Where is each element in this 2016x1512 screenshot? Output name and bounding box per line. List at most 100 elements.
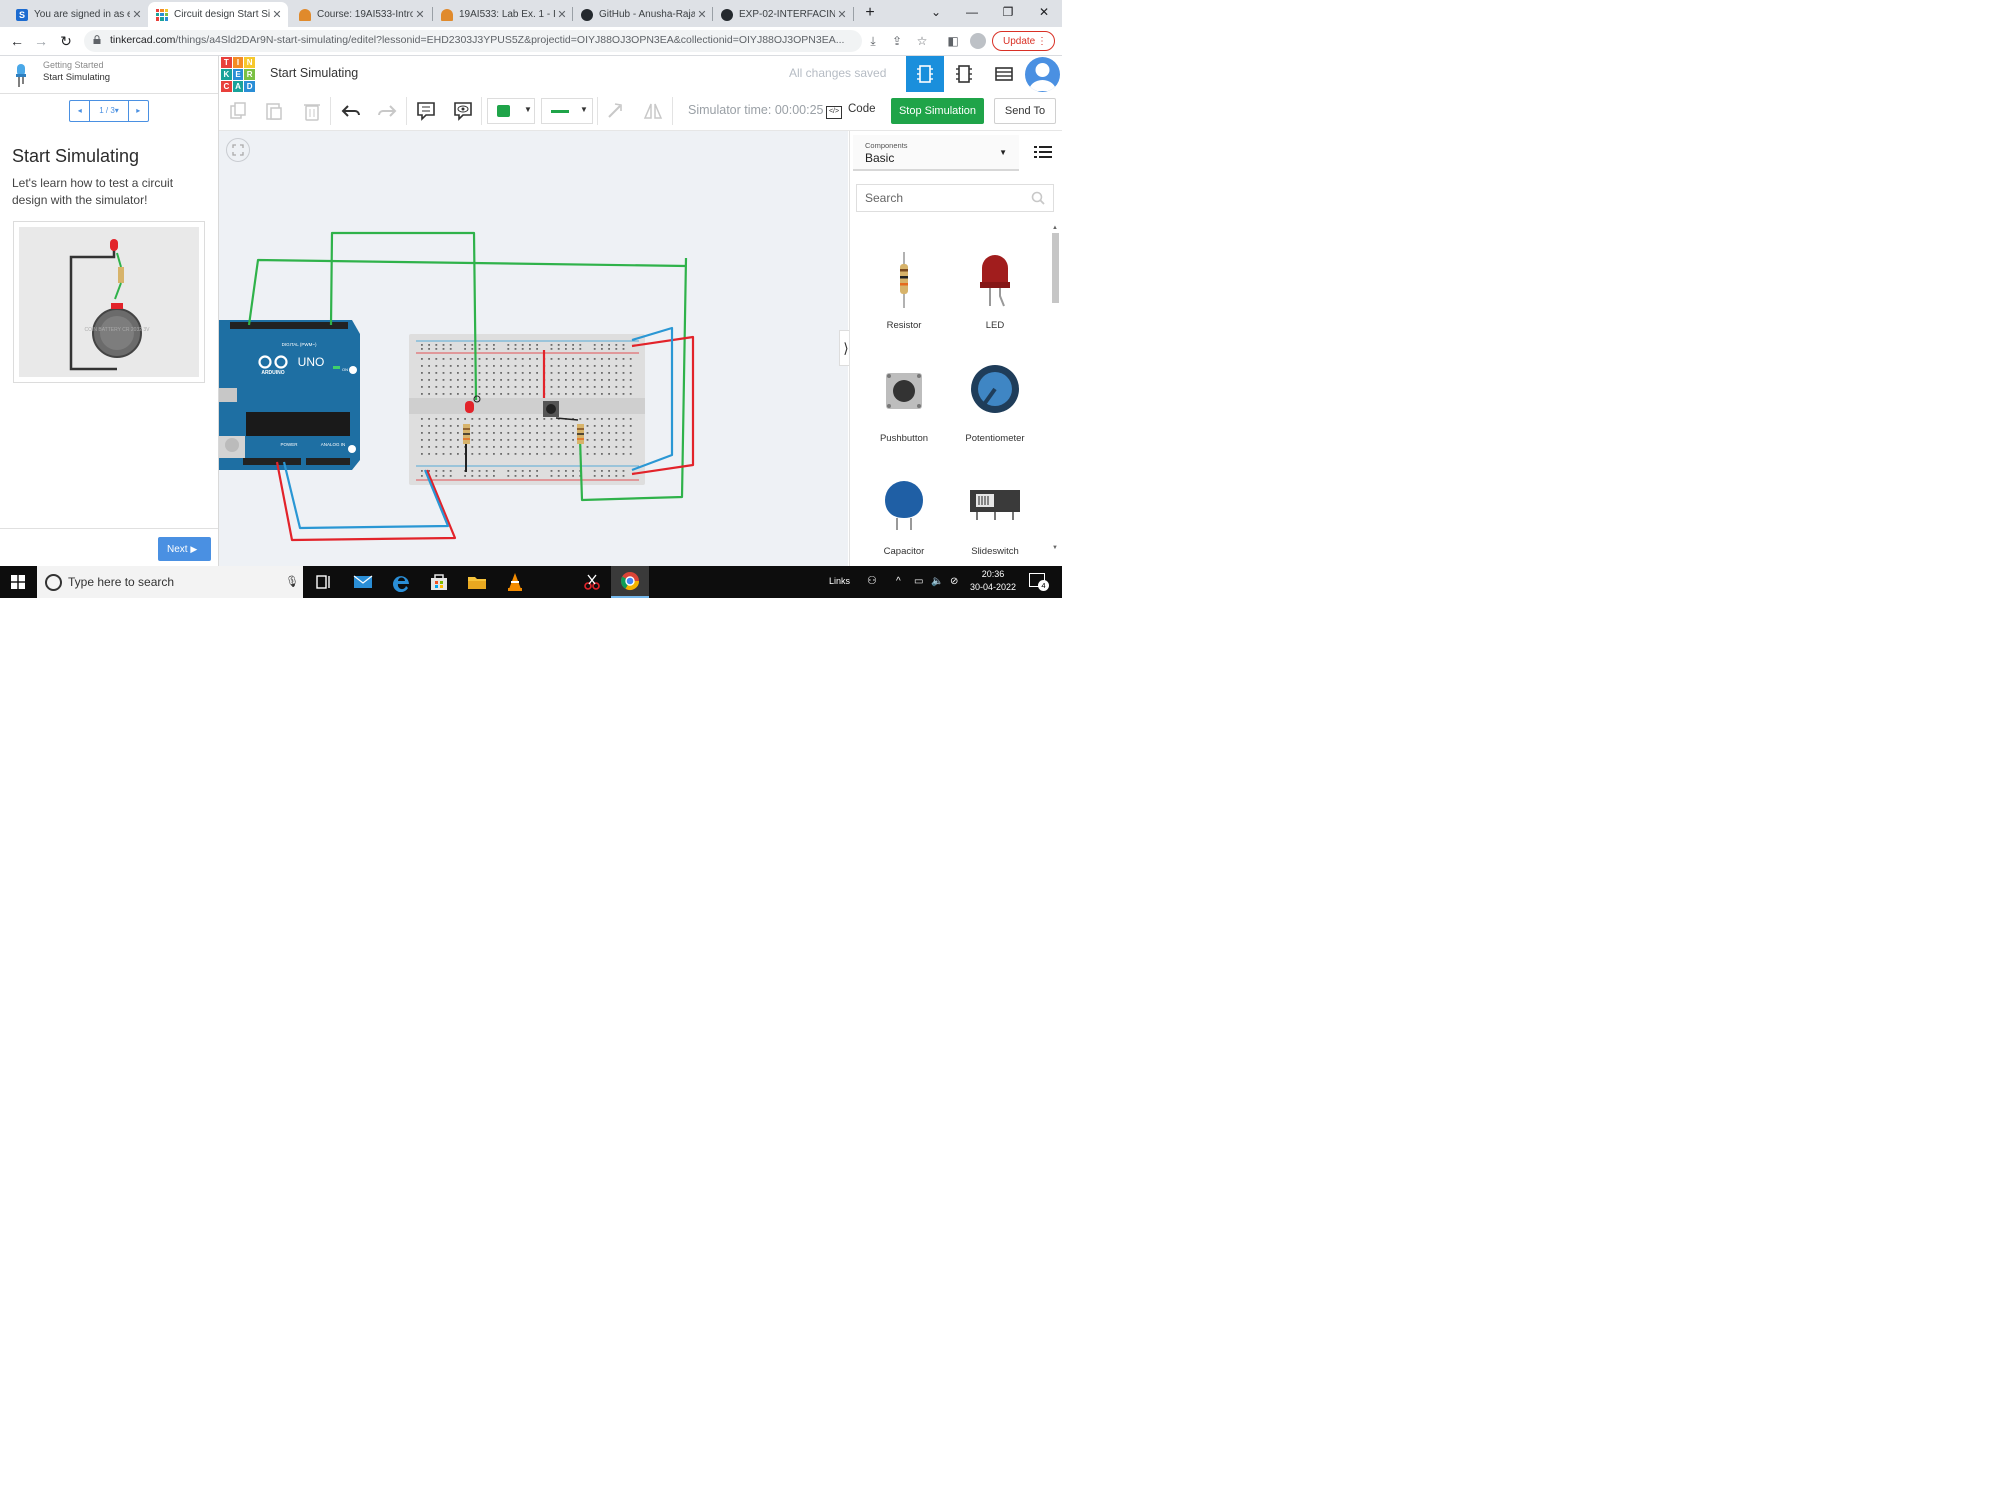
copy-icon[interactable] — [227, 100, 249, 122]
share-icon[interactable]: ⇪ — [890, 34, 904, 48]
notes-icon[interactable] — [415, 100, 437, 122]
arduino-uno-board[interactable]: DIGITAL (PWM~) ARDUINO UNO POWER ANALOG … — [219, 320, 360, 470]
fit-view-button[interactable] — [226, 138, 250, 162]
flip-icon[interactable] — [642, 100, 664, 122]
redo-icon[interactable] — [376, 100, 398, 122]
fill-color-picker[interactable]: ▼ — [487, 98, 535, 124]
store-icon[interactable] — [429, 572, 449, 592]
links-toolbar[interactable]: Links — [829, 576, 850, 586]
close-tab-icon[interactable]: ✕ — [130, 8, 144, 21]
pushbutton[interactable] — [543, 401, 559, 417]
update-button[interactable]: Update ⋮ — [992, 31, 1055, 51]
browser-tab-5[interactable]: GitHub - Anusha-Raja... ✕ — [573, 2, 713, 27]
breadboard[interactable] — [409, 334, 645, 485]
component-slideswitch[interactable]: Slideswitch — [955, 464, 1035, 564]
system-clock[interactable]: 20:36 30-04-2022 — [967, 568, 1019, 594]
tab-search-button[interactable]: ⌄ — [918, 0, 954, 27]
component-search[interactable] — [856, 184, 1054, 212]
red-led[interactable] — [465, 401, 474, 413]
component-list-view-button[interactable] — [985, 56, 1023, 92]
forward-icon[interactable]: → — [32, 32, 50, 50]
people-icon[interactable]: ⚇ — [867, 574, 877, 587]
rotate-icon[interactable] — [604, 100, 626, 122]
schematic-view-button[interactable] — [945, 56, 983, 92]
design-title[interactable]: Start Simulating — [270, 66, 358, 80]
mail-icon[interactable] — [353, 572, 373, 592]
install-icon[interactable]: ⤓ — [866, 34, 880, 48]
windows-start-icon[interactable] — [11, 575, 25, 589]
components-scrollbar[interactable]: ▲ ▼ — [1051, 225, 1060, 553]
send-to-button[interactable]: Send To — [994, 98, 1056, 124]
restore-button[interactable]: ❐ — [990, 0, 1026, 27]
close-tab-icon[interactable]: ✕ — [413, 8, 427, 21]
new-tab-button[interactable]: + — [852, 0, 888, 27]
step-description: Let's learn how to test a circuit design… — [12, 176, 174, 207]
circuit-canvas[interactable]: DIGITAL (PWM~) ARDUINO UNO POWER ANALOG … — [219, 131, 848, 566]
tinkercad-logo[interactable]: TIN KER CAD — [221, 57, 255, 92]
delete-icon[interactable] — [301, 100, 323, 122]
task-view-icon[interactable] — [314, 572, 334, 592]
chrome-icon — [621, 572, 639, 591]
browser-tab-6[interactable]: EXP-02-INTERFACING... ✕ — [713, 2, 853, 27]
component-pushbutton[interactable]: Pushbutton — [864, 351, 944, 451]
stop-simulation-button[interactable]: Stop Simulation — [891, 98, 984, 124]
scrollbar-thumb[interactable] — [1052, 233, 1059, 303]
component-led[interactable]: LED — [955, 238, 1035, 338]
chrome-taskbar-button[interactable] — [611, 566, 649, 598]
vlc-icon[interactable] — [505, 572, 525, 592]
paste-icon[interactable] — [263, 100, 285, 122]
step-select[interactable]: 1 / 3▾ — [90, 101, 129, 121]
close-tab-icon[interactable]: ✕ — [835, 8, 849, 21]
next-button[interactable]: Next ▶ — [158, 537, 211, 561]
taskbar-search[interactable]: Type here to search 🎙 — [37, 566, 303, 598]
moodle-hat-icon — [441, 8, 453, 21]
browser-tab-3[interactable]: Course: 19AI533-Intro... ✕ — [291, 2, 431, 27]
volume-icon[interactable]: 🔈 — [931, 576, 943, 587]
logo-letter: K — [221, 69, 232, 80]
user-avatar[interactable] — [1025, 57, 1060, 92]
list-view-icon[interactable] — [1034, 144, 1052, 160]
address-bar[interactable]: tinkercad.com/things/a4Sld2DAr9N-start-s… — [84, 30, 862, 52]
prev-step-button[interactable]: ◂ — [70, 101, 91, 121]
show-hidden-icons-icon[interactable]: ^ — [896, 576, 901, 587]
file-explorer-icon[interactable] — [467, 572, 487, 592]
network-icon[interactable]: ⊘ — [950, 576, 958, 587]
microphone-icon[interactable]: 🎙 — [285, 575, 299, 588]
search-input[interactable] — [863, 190, 1027, 206]
component-capacitor[interactable]: Capacitor — [864, 464, 944, 564]
edge-browser-icon[interactable] — [392, 572, 412, 592]
arduino-brand-label: ARDUINO — [261, 370, 284, 376]
component-potentiometer[interactable]: Potentiometer — [955, 351, 1035, 451]
browser-tab-1[interactable]: S You are signed in as e... ✕ — [8, 2, 148, 27]
circuit-view-button[interactable] — [906, 56, 944, 92]
bookmark-star-icon[interactable]: ☆ — [915, 34, 929, 48]
close-tab-icon[interactable]: ✕ — [695, 8, 709, 21]
code-button[interactable]: </> Code — [826, 103, 876, 119]
next-step-arrow-button[interactable]: ▸ — [129, 101, 148, 121]
resistor-2[interactable] — [577, 424, 584, 444]
browser-tab-4[interactable]: 19AI533: Lab Ex. 1 - In... ✕ — [433, 2, 573, 27]
wire-style-picker[interactable]: ▼ — [541, 98, 593, 124]
component-resistor[interactable]: Resistor — [864, 238, 944, 338]
digital-header-label: DIGITAL (PWM~) — [282, 342, 317, 347]
action-center-icon[interactable]: 4 — [1029, 573, 1049, 591]
color-swatch — [497, 105, 510, 117]
battery-icon[interactable]: ▭ — [914, 576, 923, 587]
snipping-tool-icon[interactable] — [582, 572, 602, 592]
led-icon — [980, 255, 1010, 307]
github-icon — [581, 8, 593, 21]
side-panel-icon[interactable]: ◧ — [946, 34, 960, 48]
resistor-1[interactable] — [463, 424, 470, 444]
components-dropdown[interactable]: Components Basic ▼ — [853, 135, 1019, 171]
close-tab-icon[interactable]: ✕ — [270, 8, 284, 21]
back-icon[interactable]: ← — [8, 32, 26, 50]
toggle-notes-visibility-icon[interactable] — [452, 100, 474, 122]
window-close-button[interactable]: ✕ — [1026, 0, 1062, 27]
minimize-button[interactable]: — — [954, 0, 990, 27]
close-tab-icon[interactable]: ✕ — [555, 8, 569, 21]
browser-tab-2[interactable]: Circuit design Start Si... ✕ — [148, 2, 288, 27]
circuit-drawing[interactable]: DIGITAL (PWM~) ARDUINO UNO POWER ANALOG … — [219, 131, 848, 566]
undo-icon[interactable] — [340, 100, 362, 122]
profile-icon[interactable] — [970, 33, 986, 49]
reload-icon[interactable]: ↻ — [57, 32, 75, 50]
